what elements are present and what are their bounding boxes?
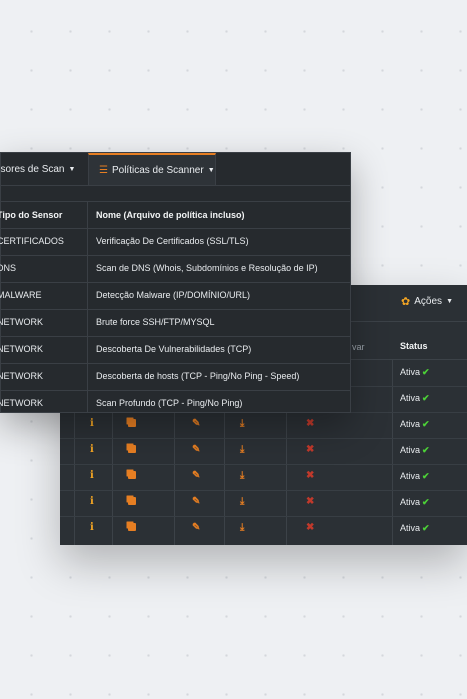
- gear-icon: ✿: [401, 296, 411, 308]
- table-row[interactable]: NETWORK Brute force SSH/FTP/MYSQL: [0, 309, 350, 337]
- info-icon[interactable]: i: [90, 445, 94, 455]
- list-icon: ☰: [99, 164, 108, 176]
- table-row[interactable]: CERTIFICADOS Verificação De Certificados…: [0, 228, 350, 256]
- table-row[interactable]: NETWORK Descoberta De Vulnerabilidades (…: [0, 336, 350, 364]
- check-icon: ✔: [422, 393, 430, 403]
- download-icon[interactable]: ⤓: [240, 497, 244, 507]
- edit-icon[interactable]: ✎: [192, 419, 200, 429]
- column-header-sensor-type: Tipo do Sensor: [0, 210, 63, 220]
- sensor-type-cell: NETWORK: [0, 317, 43, 327]
- copy-icon[interactable]: [128, 419, 136, 430]
- table-row[interactable]: NETWORK Scan Profundo (TCP - Ping/No Pin…: [0, 390, 350, 417]
- status-badge: Ativa ✔: [400, 419, 430, 429]
- scanner-policies-panel: nsores de Scan ▼ ☰ Políticas de Scanner …: [0, 152, 351, 413]
- download-icon[interactable]: ⤓: [240, 419, 244, 429]
- sensor-type-cell: NETWORK: [0, 371, 43, 381]
- sensor-type-cell: CERTIFICADOS: [0, 236, 64, 246]
- chevron-down-icon: ▼: [446, 298, 453, 305]
- sensor-type-cell: NETWORK: [0, 344, 43, 354]
- check-icon: ✔: [422, 367, 430, 377]
- sensor-type-cell: MALWARE: [0, 290, 42, 300]
- info-icon[interactable]: i: [90, 497, 94, 507]
- table-row: i ✎ ⤓ ✖ Ativa ✔: [60, 516, 467, 542]
- copy-icon[interactable]: [128, 445, 136, 456]
- edit-icon[interactable]: ✎: [192, 445, 200, 455]
- column-header-var: var: [352, 342, 365, 352]
- tab-sensores-de-scan[interactable]: nsores de Scan ▼: [0, 153, 87, 185]
- delete-icon[interactable]: ✖: [306, 471, 314, 481]
- policy-name-cell: Descoberta De Vulnerabilidades (TCP): [96, 344, 252, 354]
- delete-icon[interactable]: ✖: [306, 445, 314, 455]
- policy-name-cell: Brute force SSH/FTP/MYSQL: [96, 317, 215, 327]
- tab-label: nsores de Scan: [0, 163, 65, 175]
- sensor-type-cell: NETWORK: [0, 398, 43, 408]
- delete-icon[interactable]: ✖: [306, 523, 314, 533]
- info-icon[interactable]: i: [90, 471, 94, 481]
- status-badge: Ativa ✔: [400, 497, 430, 507]
- copy-icon[interactable]: [128, 523, 136, 534]
- policy-name-cell: Verificação De Certificados (SSL/TLS): [96, 236, 249, 246]
- check-icon: ✔: [422, 471, 430, 481]
- table-row[interactable]: DNS Scan de DNS (Whois, Subdomínios e Re…: [0, 255, 350, 283]
- column-header-status: Status: [400, 341, 428, 351]
- chevron-down-icon: ▼: [207, 166, 215, 174]
- download-icon[interactable]: ⤓: [240, 445, 244, 455]
- copy-icon[interactable]: [128, 471, 136, 482]
- check-icon: ✔: [422, 497, 430, 507]
- check-icon: ✔: [422, 523, 430, 533]
- status-badge: Ativa ✔: [400, 367, 430, 377]
- policy-name-cell: Descoberta de hosts (TCP - Ping/No Ping …: [96, 371, 300, 381]
- tab-label: Políticas de Scanner: [111, 164, 204, 176]
- tab-bar: nsores de Scan ▼ ☰ Políticas de Scanner …: [0, 153, 350, 186]
- policy-name-cell: Detecção Malware (IP/DOMÍNIO/URL): [96, 290, 251, 300]
- table-row: i ✎ ⤓ ✖ Ativa ✔: [60, 438, 467, 465]
- table-row: i ✎ ⤓ ✖ Ativa ✔: [60, 464, 467, 491]
- table-header: Tipo do Sensor Nome (Arquivo de política…: [0, 201, 350, 229]
- copy-icon[interactable]: [128, 497, 136, 508]
- status-badge: Ativa ✔: [400, 471, 430, 481]
- check-icon: ✔: [422, 445, 430, 455]
- status-badge: Ativa ✔: [400, 393, 430, 403]
- table-row[interactable]: NETWORK Descoberta de hosts (TCP - Ping/…: [0, 363, 350, 391]
- column-header-policy-name: Nome (Arquivo de política incluso): [96, 210, 245, 220]
- check-icon: ✔: [422, 419, 430, 429]
- table-row[interactable]: MALWARE Detecção Malware (IP/DOMÍNIO/URL…: [0, 282, 350, 310]
- sensor-type-cell: DNS: [0, 263, 17, 273]
- download-icon[interactable]: ⤓: [240, 471, 244, 481]
- delete-icon[interactable]: ✖: [306, 497, 314, 507]
- download-icon[interactable]: ⤓: [240, 523, 244, 533]
- policy-name-cell: Scan Profundo (TCP - Ping/No Ping): [96, 398, 243, 408]
- status-badge: Ativa ✔: [400, 523, 430, 533]
- edit-icon[interactable]: ✎: [192, 497, 200, 507]
- actions-label: Ações: [414, 296, 443, 307]
- actions-dropdown-button[interactable]: ✿ Ações ▼: [401, 295, 453, 308]
- edit-icon[interactable]: ✎: [192, 523, 200, 533]
- delete-icon[interactable]: ✖: [306, 419, 314, 429]
- chevron-down-icon: ▼: [68, 165, 76, 173]
- tab-politicas-de-scanner[interactable]: ☰ Políticas de Scanner ▼: [88, 153, 216, 185]
- info-icon[interactable]: i: [90, 419, 94, 429]
- table-row: i ✎ ⤓ ✖ Ativa ✔: [60, 490, 467, 517]
- policy-name-cell: Scan de DNS (Whois, Subdomínios e Resolu…: [96, 263, 318, 273]
- edit-icon[interactable]: ✎: [192, 471, 200, 481]
- info-icon[interactable]: i: [90, 523, 94, 533]
- status-badge: Ativa ✔: [400, 445, 430, 455]
